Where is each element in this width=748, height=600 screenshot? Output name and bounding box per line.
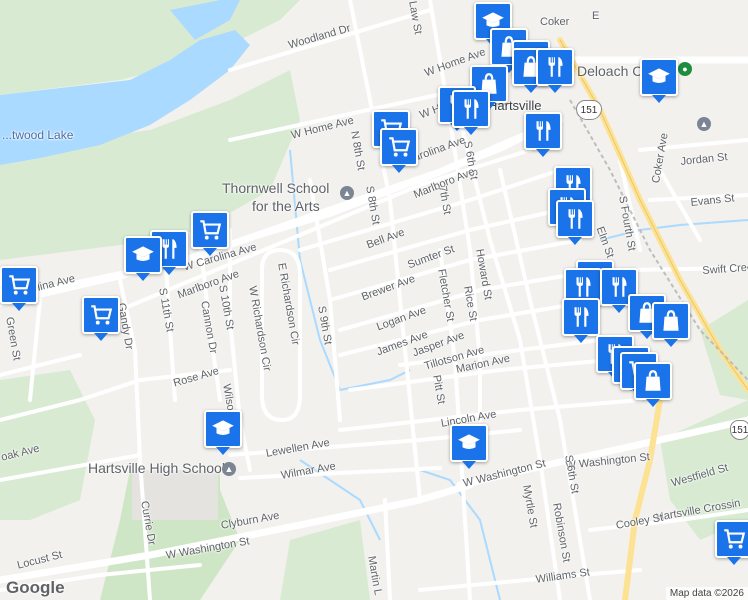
- restaurant-pin[interactable]: [556, 200, 594, 245]
- park-marker-icon: ●: [678, 62, 692, 76]
- fork-icon: [570, 274, 596, 300]
- fork-icon: [562, 206, 588, 232]
- map-attribution[interactable]: Map data ©2026: [665, 587, 748, 600]
- school-icon: [456, 430, 482, 456]
- school-marker-icon: ▲: [697, 117, 711, 131]
- shopping-pin[interactable]: [652, 302, 690, 347]
- place-label[interactable]: Deloach C: [577, 63, 642, 79]
- restaurant-pin[interactable]: [562, 298, 600, 343]
- fork-icon: [530, 118, 556, 144]
- google-logo: Google: [6, 578, 65, 597]
- school-icon: [130, 242, 156, 268]
- cart-icon: [88, 302, 114, 328]
- cart-icon: [197, 217, 223, 243]
- school-icon: [210, 416, 236, 442]
- bag-icon: [658, 308, 684, 334]
- place-label[interactable]: Thornwell School: [222, 180, 329, 196]
- fork-icon: [458, 96, 484, 122]
- cart-pin[interactable]: [191, 211, 229, 256]
- restaurant-pin[interactable]: [536, 48, 574, 93]
- cart-pin[interactable]: [380, 128, 418, 173]
- place-label[interactable]: for the Arts: [252, 198, 320, 214]
- cart-icon: [6, 272, 32, 298]
- restaurant-pin[interactable]: [524, 112, 562, 157]
- fork-icon: [542, 54, 568, 80]
- school-marker-icon: ▲: [222, 462, 236, 476]
- route-shield-151: 151: [576, 100, 602, 120]
- cart-icon: [721, 526, 747, 552]
- school-pin[interactable]: [124, 236, 162, 281]
- school-pin[interactable]: [204, 410, 242, 455]
- bag-icon: [640, 368, 666, 394]
- school-icon: [646, 64, 672, 90]
- shopping-pin[interactable]: [634, 362, 672, 407]
- street-label: E: [592, 10, 600, 22]
- cart-icon: [386, 134, 412, 160]
- street-label: Coker: [540, 16, 570, 28]
- lake-label: ...twood Lake: [2, 128, 74, 142]
- place-label[interactable]: Hartsville High School: [88, 460, 225, 476]
- fork-icon: [568, 304, 594, 330]
- restaurant-pin[interactable]: [452, 90, 490, 135]
- school-pin[interactable]: [450, 424, 488, 469]
- school-pin[interactable]: [640, 58, 678, 103]
- school-marker-icon: ▲: [340, 186, 354, 200]
- cart-pin[interactable]: [0, 266, 38, 311]
- route-shield-151: 151: [730, 420, 748, 440]
- cart-pin[interactable]: [82, 296, 120, 341]
- cart-pin[interactable]: [715, 520, 748, 565]
